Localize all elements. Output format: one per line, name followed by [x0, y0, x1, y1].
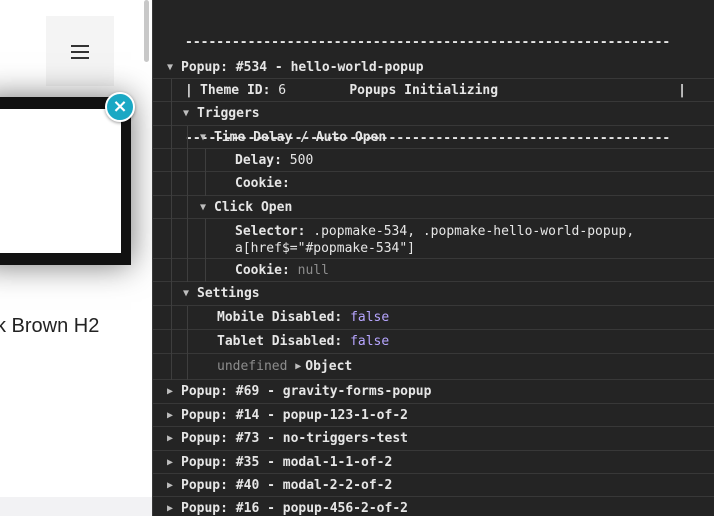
settings-label: Settings — [197, 286, 260, 301]
console-row-selector: Selector: .popmake-534, .popmake-hello-w… — [153, 219, 714, 259]
selector-label: Selector: — [235, 224, 306, 239]
console-group-popup-73[interactable]: ▶ Popup: #73 - no-triggers-test — [153, 427, 714, 451]
indent-guide — [187, 126, 188, 282]
mobile-disabled-value: false — [350, 310, 390, 325]
console-row-tablet-disabled: Tablet Disabled: false — [153, 330, 714, 354]
console-row-cookie: Cookie: — [153, 172, 714, 196]
cookie-label: Cookie: — [235, 176, 290, 191]
console-group-time-delay[interactable]: ▼ Time Delay / Auto Open — [153, 126, 714, 149]
tablet-disabled-value: false — [350, 334, 390, 349]
menu-button[interactable] — [46, 16, 114, 86]
devtools-console: ----------------------------------------… — [152, 0, 714, 516]
console-group-click-open[interactable]: ▼ Click Open — [153, 196, 714, 219]
collapsed-triangle-icon: ▶ — [167, 386, 174, 397]
console-group-triggers[interactable]: ▼ Triggers — [153, 102, 714, 126]
console-group-popup-16[interactable]: ▶ Popup: #16 - popup-456-2-of-2 — [153, 497, 714, 516]
click-open-label: Click Open — [214, 200, 293, 215]
expanded-triangle-icon: ▼ — [183, 108, 190, 119]
console-group-popup-14[interactable]: ▶ Popup: #14 - popup-123-1-of-2 — [153, 404, 714, 427]
theme-id-label: Theme ID: — [200, 83, 271, 98]
delay-label: Delay: — [235, 153, 282, 168]
group-title: Popup: #16 - popup-456-2-of-2 — [181, 501, 408, 516]
console-row-undefined-object[interactable]: undefined ▶ Object — [153, 354, 714, 380]
collapsed-triangle-icon: ▶ — [295, 361, 302, 372]
group-title: Popup: #40 - modal-2-2-of-2 — [181, 478, 393, 493]
mobile-disabled-label: Mobile Disabled: — [217, 310, 343, 325]
console-row-delay: Delay: 500 — [153, 149, 714, 172]
collapsed-triangle-icon: ▶ — [167, 410, 174, 421]
web-page: × k Brown H2 — [0, 0, 152, 516]
collapsed-triangle-icon: ▶ — [167, 433, 174, 444]
tablet-disabled-label: Tablet Disabled: — [217, 334, 343, 349]
collapsed-triangle-icon: ▶ — [167, 457, 174, 468]
expanded-triangle-icon: ▼ — [167, 62, 174, 73]
hamburger-icon-bar — [71, 57, 89, 59]
group-title: Popup: #35 - modal-1-1-of-2 — [181, 455, 393, 470]
console-row-theme: Theme ID: 6 — [153, 79, 714, 102]
indent-guide — [171, 79, 172, 380]
object-label[interactable]: Object — [305, 359, 352, 374]
console-group-popup-534[interactable]: ▼ Popup: #534 - hello-world-popup — [153, 56, 714, 79]
page-heading: k Brown H2 — [0, 315, 100, 337]
group-title: Popup: #14 - popup-123-1-of-2 — [181, 408, 408, 423]
popup-modal — [0, 97, 131, 265]
console-group-popup-35[interactable]: ▶ Popup: #35 - modal-1-1-of-2 — [153, 451, 714, 474]
console-row-mobile-disabled: Mobile Disabled: false — [153, 306, 714, 330]
popup-content — [0, 109, 121, 253]
console-group-popup-69[interactable]: ▶ Popup: #69 - gravity-forms-popup — [153, 380, 714, 404]
cookie-value-null: null — [297, 263, 329, 278]
group-title: Popup: #534 - hello-world-popup — [181, 60, 424, 75]
group-title: Popup: #69 - gravity-forms-popup — [181, 384, 432, 399]
expanded-triangle-icon: ▼ — [183, 288, 190, 299]
undefined-label: undefined — [217, 359, 288, 374]
collapsed-triangle-icon: ▶ — [167, 480, 174, 491]
delay-value: 500 — [289, 153, 314, 168]
expanded-triangle-icon: ▼ — [200, 202, 207, 213]
cookie-label-2: Cookie: — [235, 263, 290, 278]
group-title: Popup: #73 - no-triggers-test — [181, 431, 408, 446]
selector-value-line-2: a[href$="#popmake-534"] — [235, 241, 416, 256]
hamburger-icon — [71, 45, 89, 47]
indent-guide — [205, 149, 206, 196]
banner-line-top: ----------------------------------------… — [185, 35, 671, 50]
page-footer — [0, 497, 152, 516]
expanded-triangle-icon: ▼ — [200, 132, 207, 143]
indent-guide — [205, 219, 206, 282]
popup-close-button[interactable]: × — [105, 92, 135, 122]
console-group-popup-40[interactable]: ▶ Popup: #40 - modal-2-2-of-2 — [153, 474, 714, 497]
time-delay-label: Time Delay / Auto Open — [214, 130, 387, 145]
console-group-settings[interactable]: ▼ Settings — [153, 282, 714, 306]
collapsed-triangle-icon: ▶ — [167, 503, 174, 514]
console-row-cookie-2: Cookie: null — [153, 259, 714, 282]
indent-guide — [187, 306, 188, 380]
hamburger-icon-bar — [71, 51, 89, 53]
theme-id-value: 6 — [278, 83, 287, 98]
triggers-label: Triggers — [197, 106, 260, 121]
page-scrollbar[interactable] — [144, 0, 149, 62]
selector-value-line-1: .popmake-534, .popmake-hello-world-popup… — [313, 224, 635, 239]
